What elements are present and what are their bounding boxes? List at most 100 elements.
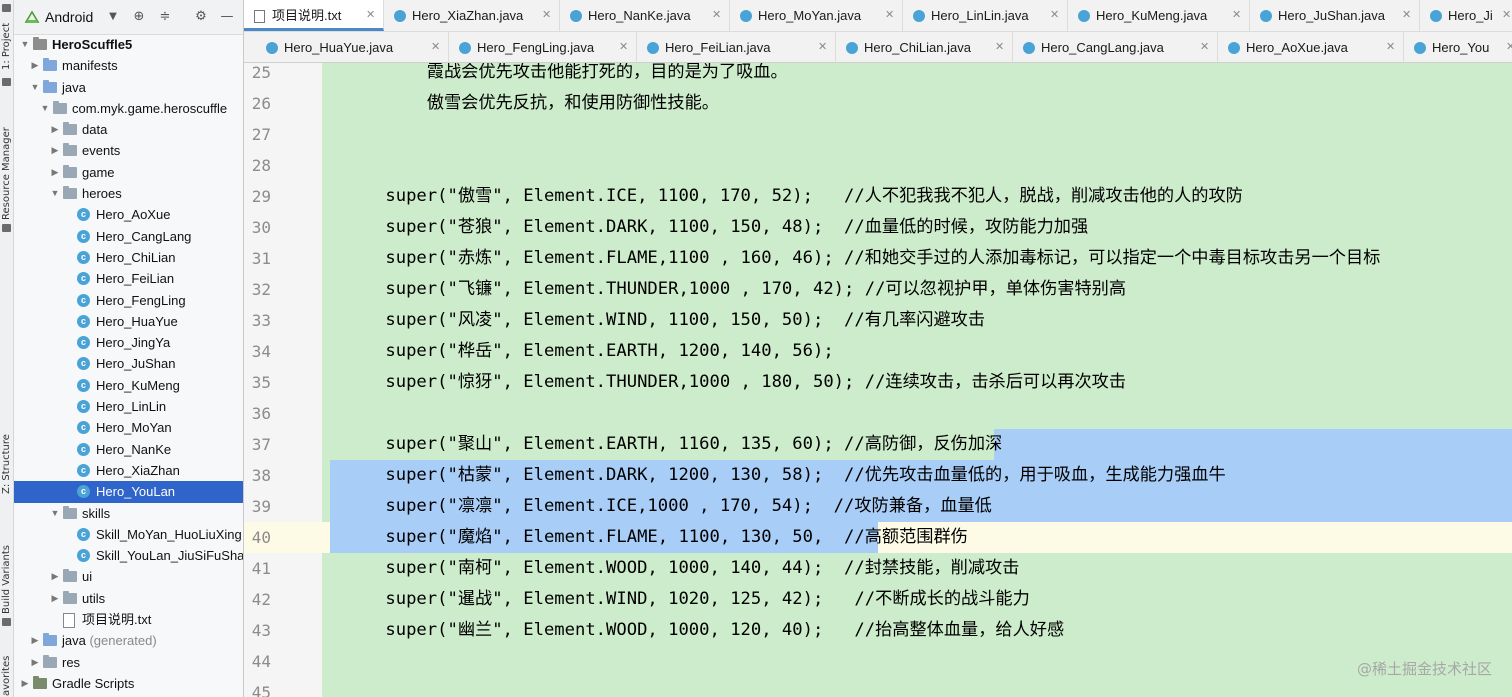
tree-item[interactable]: ▶ utils: [14, 588, 243, 609]
tool-window-structure[interactable]: Z: Structure: [0, 428, 13, 494]
code-line[interactable]: [344, 677, 1512, 697]
tree-item[interactable]: c Hero_CangLang: [14, 226, 243, 247]
expanded-arrow-icon[interactable]: ▼: [30, 77, 40, 98]
tool-window-favorites[interactable]: avorites: [0, 646, 13, 696]
tree-item[interactable]: c Hero_MoYan: [14, 417, 243, 438]
collapsed-arrow-icon[interactable]: ▶: [50, 162, 60, 183]
editor-tab[interactable]: 项目说明.txt ✕: [244, 0, 384, 31]
tree-item[interactable]: c Hero_KuMeng: [14, 375, 243, 396]
expanded-arrow-icon[interactable]: ▼: [50, 503, 60, 524]
editor-tab[interactable]: Hero_HuaYue.java ✕: [256, 32, 449, 62]
project-icon[interactable]: [2, 4, 11, 12]
code-line[interactable]: [344, 150, 1512, 181]
close-icon[interactable]: ✕: [1050, 0, 1059, 31]
tree-item[interactable]: ▼ skills: [14, 503, 243, 524]
code-line[interactable]: super("魔焰", Element.FLAME, 1100, 130, 50…: [344, 522, 1512, 553]
code-line[interactable]: super("傲雪", Element.ICE, 1100, 170, 52);…: [344, 181, 1512, 212]
tree-item[interactable]: c Hero_AoXue: [14, 204, 243, 225]
close-icon[interactable]: ✕: [366, 0, 375, 31]
code-line[interactable]: super("桦岳", Element.EARTH, 1200, 140, 56…: [344, 336, 1512, 367]
tool-window-build-variants[interactable]: Build Variants: [0, 540, 13, 614]
editor-tab[interactable]: Hero_KuMeng.java ✕: [1068, 0, 1250, 31]
editor-tab[interactable]: Hero_JuShan.java ✕: [1250, 0, 1420, 31]
code-line[interactable]: super("凛凛", Element.ICE,1000 , 170, 54);…: [344, 491, 1512, 522]
tree-item[interactable]: c Hero_JuShan: [14, 353, 243, 374]
code-line[interactable]: super("枯蒙", Element.DARK, 1200, 130, 58)…: [344, 460, 1512, 491]
editor-tab[interactable]: Hero_MoYan.java ✕: [730, 0, 903, 31]
tree-item[interactable]: c Hero_XiaZhan: [14, 460, 243, 481]
gear-icon[interactable]: ⚙: [192, 8, 210, 26]
tree-item[interactable]: c Hero_JingYa: [14, 332, 243, 353]
expanded-arrow-icon[interactable]: ▼: [40, 98, 50, 119]
chevron-down-icon[interactable]: ▼: [104, 8, 122, 26]
collapsed-arrow-icon[interactable]: ▶: [50, 119, 60, 140]
close-icon[interactable]: ✕: [712, 0, 721, 31]
tree-item[interactable]: ▼ com.myk.game.heroscuffle: [14, 98, 243, 119]
tree-item[interactable]: 项目说明.txt: [14, 609, 243, 630]
tree-item[interactable]: ▶ game: [14, 162, 243, 183]
minimize-icon[interactable]: —: [218, 8, 236, 26]
code-line[interactable]: super("聚山", Element.EARTH, 1160, 135, 60…: [344, 429, 1512, 460]
tool-window-resource-manager[interactable]: Resource Manager: [0, 120, 13, 220]
tree-item[interactable]: c Hero_HuaYue: [14, 311, 243, 332]
editor-tab[interactable]: Hero_XiaZhan.java ✕: [384, 0, 560, 31]
editor-tab[interactable]: Hero_CangLang.java ✕: [1013, 32, 1218, 62]
tree-item[interactable]: c Skill_YouLan_JiuSiFuShang: [14, 545, 243, 566]
editor-tab[interactable]: Hero_FengLing.java ✕: [449, 32, 637, 62]
tree-item[interactable]: ▶ Gradle Scripts: [14, 673, 243, 694]
tree-item[interactable]: c Skill_MoYan_HuoLiuXing: [14, 524, 243, 545]
code-line[interactable]: super("苍狼", Element.DARK, 1100, 150, 48)…: [344, 212, 1512, 243]
code-line[interactable]: super("飞镰", Element.THUNDER,1000 , 170, …: [344, 274, 1512, 305]
code-line[interactable]: super("幽兰", Element.WOOD, 1000, 120, 40)…: [344, 615, 1512, 646]
editor-tab[interactable]: Hero_ChiLian.java ✕: [836, 32, 1013, 62]
close-icon[interactable]: ✕: [1200, 32, 1209, 62]
tree-item[interactable]: ▶ data: [14, 119, 243, 140]
code-line[interactable]: [344, 398, 1512, 429]
tree-item[interactable]: c Hero_FengLing: [14, 290, 243, 311]
code-line[interactable]: super("南柯", Element.WOOD, 1000, 140, 44)…: [344, 553, 1512, 584]
close-icon[interactable]: ✕: [431, 32, 440, 62]
tree-item[interactable]: ▶ java (generated): [14, 630, 243, 651]
collapsed-arrow-icon[interactable]: ▶: [50, 566, 60, 587]
tree-item[interactable]: c Hero_NanKe: [14, 439, 243, 460]
collapse-icon[interactable]: ≑: [156, 8, 174, 26]
collapsed-arrow-icon[interactable]: ▶: [30, 55, 40, 76]
close-icon[interactable]: ✕: [542, 0, 551, 31]
collapsed-arrow-icon[interactable]: ▶: [50, 588, 60, 609]
editor-tab[interactable]: Hero_NanKe.java ✕: [560, 0, 730, 31]
collapsed-arrow-icon[interactable]: ▶: [20, 673, 30, 694]
close-icon[interactable]: ✕: [619, 32, 628, 62]
view-mode-selector[interactable]: Android: [45, 9, 93, 25]
collapsed-arrow-icon[interactable]: ▶: [30, 652, 40, 673]
code-line[interactable]: [344, 646, 1512, 677]
collapsed-arrow-icon[interactable]: ▶: [50, 140, 60, 161]
tree-item[interactable]: ▶ ui: [14, 566, 243, 587]
tree-item[interactable]: ▼ java: [14, 77, 243, 98]
close-icon[interactable]: ✕: [1402, 0, 1411, 31]
code-line[interactable]: super("惊犽", Element.THUNDER,1000 , 180, …: [344, 367, 1512, 398]
code-line[interactable]: [344, 119, 1512, 150]
close-icon[interactable]: ✕: [1506, 32, 1512, 62]
editor-tab[interactable]: Hero_FeiLian.java ✕: [637, 32, 836, 62]
expanded-arrow-icon[interactable]: ▼: [50, 183, 60, 204]
tool-window-project[interactable]: 1: Project: [0, 14, 13, 70]
tree-item[interactable]: ▼ heroes: [14, 183, 243, 204]
code-line[interactable]: super("风凌", Element.WIND, 1100, 150, 50)…: [344, 305, 1512, 336]
code-line[interactable]: 傲雪会优先反抗，和使用防御性技能。: [344, 88, 1512, 119]
tree-item[interactable]: c Hero_LinLin: [14, 396, 243, 417]
close-icon[interactable]: ✕: [995, 32, 1004, 62]
editor-tab[interactable]: Hero_Ji ✕: [1420, 0, 1512, 31]
target-icon[interactable]: ⊕: [130, 8, 148, 26]
tree-item[interactable]: ▶ manifests: [14, 55, 243, 76]
close-icon[interactable]: ✕: [1502, 0, 1511, 31]
tree-item[interactable]: ▶ events: [14, 140, 243, 161]
tree-item[interactable]: ▶ res: [14, 652, 243, 673]
tree-item[interactable]: ▼ HeroScuffle5: [14, 34, 243, 55]
code-line[interactable]: super("赤炼", Element.FLAME,1100 , 160, 46…: [344, 243, 1512, 274]
tree-item[interactable]: c Hero_FeiLian: [14, 268, 243, 289]
collapsed-arrow-icon[interactable]: ▶: [30, 630, 40, 651]
editor-tab[interactable]: Hero_AoXue.java ✕: [1218, 32, 1404, 62]
tree-item[interactable]: c Hero_YouLan: [14, 481, 243, 503]
code-line[interactable]: super("暹战", Element.WIND, 1020, 125, 42)…: [344, 584, 1512, 615]
tree-item[interactable]: c Hero_ChiLian: [14, 247, 243, 268]
